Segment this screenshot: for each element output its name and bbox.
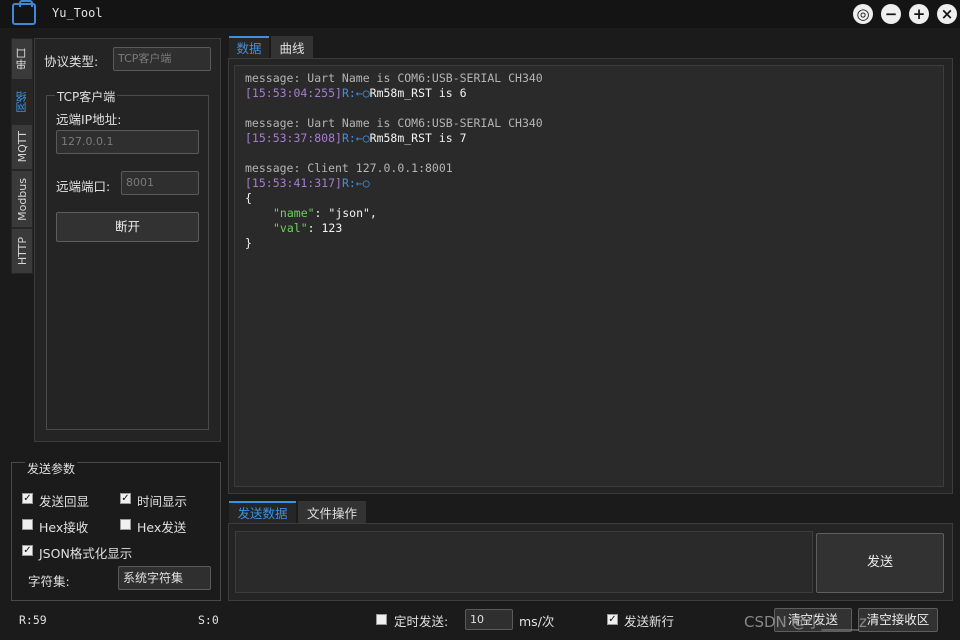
- hex-send-label: Hex发送: [137, 520, 187, 535]
- receive-direction: R:←○: [341, 176, 370, 190]
- charset-select[interactable]: 系统字符集: [118, 566, 211, 590]
- hex-recv-label: Hex接收: [39, 520, 89, 535]
- receive-body: Rm58m_RST is 6: [369, 86, 467, 100]
- protocol-select[interactable]: TCP客户端: [113, 47, 211, 71]
- receive-line: [15:53:37:808]R:←○Rm58m_RST is 7: [245, 131, 467, 145]
- receive-message: message: Uart Name is COM6:USB-SERIAL CH…: [245, 116, 543, 130]
- remote-ip-label: 远端IP地址:: [56, 112, 122, 127]
- json-line: "val": 123: [273, 221, 342, 235]
- receive-timestamp: [15:53:04:255]: [245, 86, 342, 100]
- receive-line: [15:53:04:255]R:←○Rm58m_RST is 6: [245, 86, 467, 100]
- watermark: CSDN @小_____z: [744, 613, 867, 631]
- echo-checkbox[interactable]: ✓: [22, 493, 33, 504]
- tab-network[interactable]: 网络: [11, 80, 33, 124]
- echo-label: 发送回显: [39, 494, 90, 509]
- receive-timestamp: [15:53:37:808]: [245, 131, 342, 145]
- json-key: "name": [273, 206, 315, 220]
- tab-mqtt[interactable]: MQTT: [11, 124, 33, 170]
- json-open-brace: {: [245, 191, 252, 205]
- time-display-checkbox[interactable]: ✓: [120, 493, 131, 504]
- charset-label: 字符集:: [28, 574, 70, 589]
- title-bar: [0, 0, 960, 28]
- send-button[interactable]: 发送: [816, 533, 944, 593]
- hex-recv-checkbox[interactable]: [22, 519, 33, 530]
- receive-timestamp: [15:53:41:317]: [245, 176, 342, 190]
- remote-ip-input[interactable]: 127.0.0.1: [56, 130, 199, 154]
- protocol-label: 协议类型:: [44, 54, 99, 69]
- tab-http[interactable]: HTTP: [11, 228, 33, 274]
- remote-port-input[interactable]: 8001: [121, 171, 199, 195]
- tab-data[interactable]: 数据: [229, 36, 269, 58]
- json-format-label: JSON格式化显示: [39, 546, 133, 561]
- maximize-icon[interactable]: +: [909, 4, 929, 24]
- pin-icon[interactable]: ◎: [853, 4, 873, 24]
- json-format-checkbox[interactable]: ✓: [22, 545, 33, 556]
- json-value: : 123: [307, 221, 343, 235]
- send-text-input[interactable]: [235, 531, 813, 593]
- json-value: : "json",: [314, 206, 377, 220]
- received-count: R:59: [19, 613, 47, 627]
- receive-message: message: Client 127.0.0.1:8001: [245, 161, 453, 175]
- send-params-title: 发送参数: [25, 460, 78, 477]
- json-close-brace: }: [245, 236, 252, 250]
- sent-count: S:0: [198, 613, 219, 627]
- receive-direction: R:←○: [341, 86, 370, 100]
- tab-send-data[interactable]: 发送数据: [229, 501, 296, 523]
- tab-file-ops[interactable]: 文件操作: [298, 501, 366, 523]
- tab-serial[interactable]: 串口: [11, 38, 33, 80]
- send-newline-checkbox[interactable]: ✓: [607, 614, 618, 625]
- hex-send-checkbox[interactable]: [120, 519, 131, 530]
- receive-body: Rm58m_RST is 7: [369, 131, 467, 145]
- timer-unit-label: ms/次: [519, 614, 555, 629]
- receive-line: [15:53:41:317]R:←○: [245, 176, 370, 190]
- timer-send-checkbox[interactable]: [376, 614, 387, 625]
- timer-interval-input[interactable]: 10: [465, 609, 513, 630]
- receive-direction: R:←○: [341, 131, 370, 145]
- window-title: Yu_Tool: [52, 6, 103, 20]
- minimize-icon[interactable]: −: [881, 4, 901, 24]
- tcp-client-group-title: TCP客户端: [55, 88, 118, 105]
- disconnect-button[interactable]: 断开: [56, 212, 199, 242]
- toolbox-icon: [12, 0, 36, 25]
- json-key: "val": [273, 221, 308, 235]
- close-icon[interactable]: ×: [937, 4, 957, 24]
- json-line: "name": "json",: [273, 206, 377, 220]
- time-display-label: 时间显示: [137, 494, 188, 509]
- receive-message: message: Uart Name is COM6:USB-SERIAL CH…: [245, 71, 543, 85]
- clear-receive-button[interactable]: 清空接收区: [858, 608, 938, 632]
- tab-modbus[interactable]: Modbus: [11, 170, 33, 228]
- receive-text-area[interactable]: message: Uart Name is COM6:USB-SERIAL CH…: [234, 65, 944, 487]
- remote-port-label: 远端端口:: [56, 179, 111, 194]
- timer-send-label: 定时发送:: [394, 614, 449, 629]
- tab-curve[interactable]: 曲线: [271, 36, 313, 58]
- send-newline-label: 发送新行: [624, 614, 675, 629]
